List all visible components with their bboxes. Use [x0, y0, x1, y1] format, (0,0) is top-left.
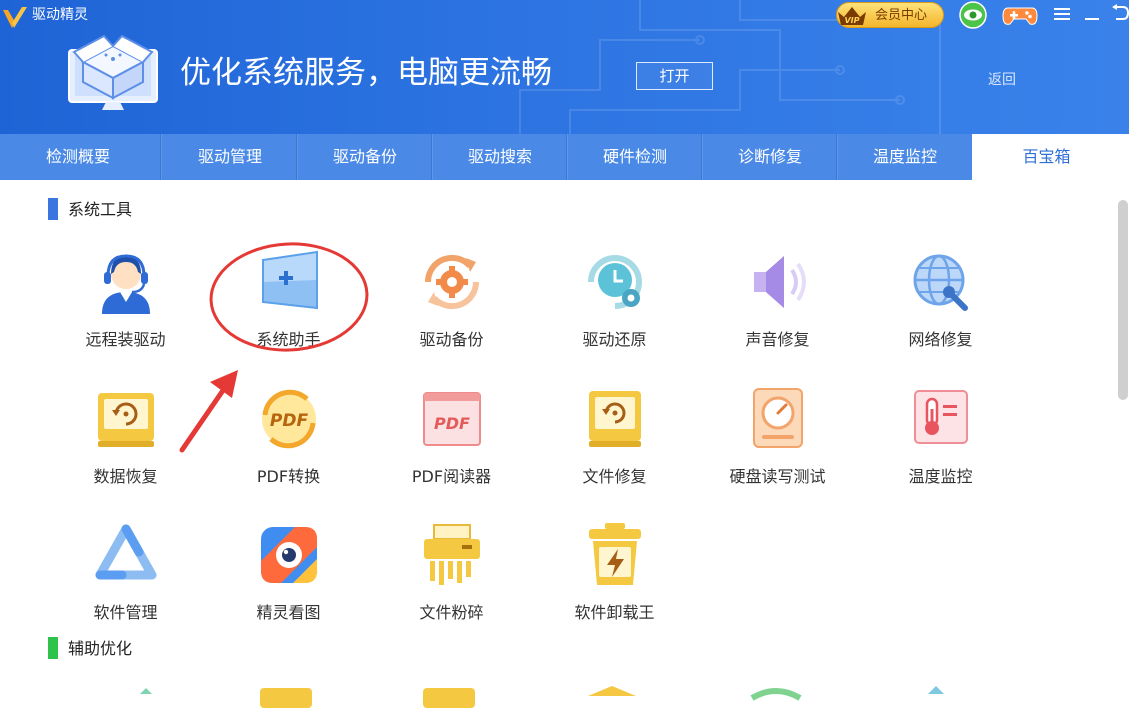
shredder-icon — [424, 524, 480, 585]
tab-detect-overview[interactable]: 检测概要 — [10, 134, 146, 180]
banner-headline: 优化系统服务，电脑更流畅 — [180, 55, 552, 91]
tool-label: 驱动备份 — [419, 330, 484, 349]
tool-sound-repair[interactable]: 声音修复 — [696, 248, 859, 378]
tool-temperature-monitor[interactable]: 温度监控 — [859, 385, 1022, 515]
tool-system-assistant[interactable]: 系统助手 — [207, 248, 370, 378]
app-header: 驱动精灵 VIP 会员中心 优化系统服务，电脑更流畅 打开 返回 — [0, 0, 1129, 134]
tool-label: 温度监控 — [908, 467, 973, 486]
tool-network-repair[interactable]: 网络修复 — [859, 248, 1022, 378]
tool-label: 驱动还原 — [582, 330, 647, 349]
vip-badge-text: VIP — [844, 16, 859, 25]
svg-text:PDF: PDF — [270, 411, 309, 431]
app-title: 驱动精灵 — [32, 7, 88, 23]
tab-driver-manage[interactable]: 驱动管理 — [162, 134, 298, 180]
headset-person-icon — [102, 254, 150, 314]
tab-hardware-detect[interactable]: 硬件检测 — [567, 134, 703, 180]
tab-driver-backup[interactable]: 驱动备份 — [297, 134, 433, 180]
monitor-box-illustration — [68, 34, 158, 110]
menu-icon[interactable] — [1052, 6, 1072, 22]
tool-file-repair[interactable]: 文件修复 — [533, 385, 696, 515]
clock-gear-icon — [588, 255, 642, 309]
tool-image-viewer[interactable]: 精灵看图 — [207, 521, 370, 651]
thermometer-icon — [914, 390, 968, 444]
tab-toolbox-label: 百宝箱 — [1022, 147, 1071, 166]
app-logo-icon — [3, 7, 27, 28]
tool-pdf-convert[interactable]: PDF PDF转换 — [207, 385, 370, 515]
window-controls: VIP 会员中心 — [834, 0, 1129, 30]
pdf-circle-icon: PDF — [262, 389, 316, 449]
tool-software-manage[interactable]: 软件管理 — [44, 521, 207, 651]
tool-label: 声音修复 — [745, 330, 810, 349]
image-eye-icon — [261, 527, 317, 583]
tool-label: 文件修复 — [582, 467, 647, 486]
eye-icon[interactable] — [958, 1, 988, 29]
tool-label: 精灵看图 — [256, 603, 321, 622]
section-marker-blue — [48, 198, 58, 220]
globe-wrench-icon — [913, 254, 968, 311]
vertical-scrollbar[interactable] — [1118, 200, 1128, 400]
tool-remote-driver[interactable]: 远程装驱动 — [44, 248, 207, 378]
back-arrow-icon[interactable] — [1110, 3, 1129, 25]
vip-crown-icon: VIP — [838, 7, 866, 25]
section-marker-green — [48, 637, 58, 659]
tab-diagnose-repair[interactable]: 诊断修复 — [702, 134, 838, 180]
tab-toolbox[interactable]: 百宝箱 — [972, 134, 1129, 180]
back-link[interactable]: 返回 — [988, 70, 1016, 90]
svg-text:PDF: PDF — [434, 414, 470, 433]
tool-driver-restore[interactable]: 驱动还原 — [533, 248, 696, 378]
tool-label: 硬盘读写测试 — [729, 467, 826, 486]
tool-label: 网络修复 — [908, 330, 973, 349]
lightning-bin-icon — [589, 523, 641, 585]
vip-member-button[interactable]: VIP 会员中心 — [836, 2, 944, 28]
tool-label: 软件管理 — [93, 603, 158, 622]
pdf-window-icon: PDF — [423, 392, 481, 446]
tool-file-shredder[interactable]: 文件粉碎 — [370, 521, 533, 651]
tool-label: PDF转换 — [256, 467, 321, 486]
speaker-icon — [754, 256, 806, 308]
tab-divider — [160, 134, 161, 180]
file-restore-icon — [589, 391, 641, 447]
section-title-assist-optimize: 辅助优化 — [68, 639, 133, 658]
tool-data-recovery[interactable]: 数据恢复 — [44, 385, 207, 515]
tool-driver-backup[interactable]: 驱动备份 — [370, 248, 533, 378]
next-row-icons-partial — [140, 686, 944, 708]
vip-label: 会员中心 — [875, 8, 928, 23]
tab-temperature[interactable]: 温度监控 — [837, 134, 973, 180]
tool-label: 数据恢复 — [93, 467, 158, 486]
tool-pdf-reader[interactable]: PDF PDF阅读器 — [370, 385, 533, 515]
restore-disk-icon — [98, 393, 154, 447]
section-title-system-tools: 系统工具 — [68, 200, 133, 219]
tab-driver-search[interactable]: 驱动搜索 — [432, 134, 568, 180]
tool-label: 软件卸载王 — [574, 603, 655, 622]
minimize-icon[interactable] — [1082, 6, 1102, 22]
triangle-icon — [95, 524, 157, 580]
gamepad-icon[interactable] — [1002, 2, 1038, 28]
main-tabs: 检测概要 驱动管理 驱动备份 驱动搜索 硬件检测 诊断修复 温度监控 — [0, 134, 1129, 180]
tool-label: 文件粉碎 — [419, 603, 484, 622]
open-button[interactable]: 打开 — [636, 62, 713, 90]
tool-label: PDF阅读器 — [411, 467, 492, 486]
tool-label: 远程装驱动 — [85, 330, 166, 349]
tool-uninstaller[interactable]: 软件卸载王 — [533, 521, 696, 651]
disk-gauge-icon — [753, 388, 803, 448]
gear-refresh-icon — [424, 254, 480, 310]
tool-disk-rw-test[interactable]: 硬盘读写测试 — [696, 385, 859, 515]
tool-label: 系统助手 — [256, 330, 321, 349]
windows-plus-icon — [262, 250, 318, 310]
